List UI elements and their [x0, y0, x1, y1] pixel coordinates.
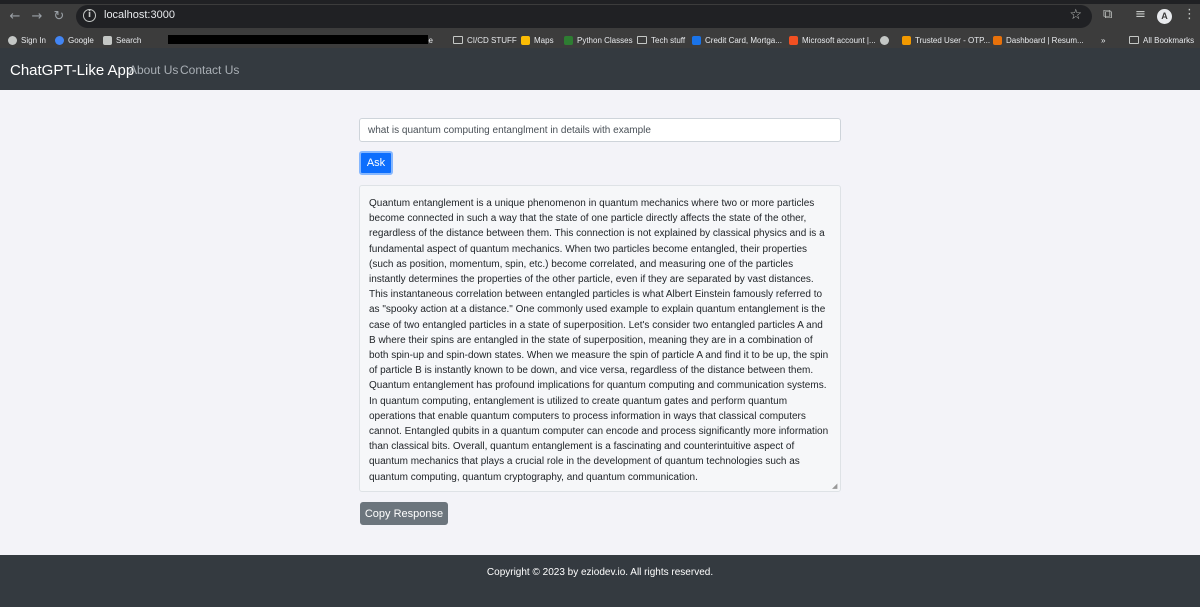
- nav-link-contact-us[interactable]: Contact Us: [180, 63, 239, 77]
- bookmark-item[interactable]: Maps: [521, 34, 554, 46]
- bookmark-item[interactable]: Sign In: [8, 34, 46, 46]
- bookmark-item[interactable]: Trusted User - OTP...: [902, 34, 990, 46]
- nav-link-about-us[interactable]: About Us: [129, 63, 178, 77]
- bookmark-label: Dashboard | Resum...: [1006, 35, 1084, 45]
- copy-response-button[interactable]: Copy Response: [360, 502, 448, 525]
- profile-avatar-icon[interactable]: A: [1157, 9, 1172, 24]
- favicon-icon: [789, 35, 798, 45]
- favicon-icon: [692, 35, 701, 45]
- favicon-icon: [564, 35, 573, 45]
- bookmark-item[interactable]: [880, 34, 893, 46]
- folder-icon: [1129, 36, 1139, 44]
- favicon-icon: [993, 35, 1002, 45]
- reload-icon[interactable]: ↻: [50, 8, 68, 26]
- bookmark-item[interactable]: Tech stuff: [637, 34, 685, 46]
- folder-icon: [453, 36, 463, 44]
- bookmark-item[interactable]: Dashboard | Resum...: [993, 34, 1084, 46]
- site-info-icon[interactable]: i: [83, 9, 96, 22]
- bookmark-label: Trusted User - OTP...: [915, 35, 991, 45]
- footer-copyright: Copyright © 2023 by eziodev.io. All righ…: [486, 567, 714, 578]
- bookmark-star-icon[interactable]: ☆: [1069, 7, 1082, 23]
- browser-toolbar: ← → ↻ i localhost:3000 ☆ ⧉ ≡ A ⋮: [0, 0, 1200, 32]
- bookmark-item[interactable]: Credit Card, Mortga...: [692, 34, 782, 46]
- favicon-icon: [521, 35, 530, 45]
- app-navbar: ChatGPT-Like App About Us Contact Us: [0, 48, 1200, 90]
- bookmark-item[interactable]: CI/CD STUFF: [453, 34, 517, 46]
- bookmark-item[interactable]: Microsoft account |...: [789, 34, 876, 46]
- bookmark-label: Tech stuff: [651, 35, 686, 45]
- bookmark-item[interactable]: All Bookmarks: [1129, 34, 1194, 46]
- bookmark-label: CI/CD STUFF: [467, 35, 517, 45]
- extensions-icon[interactable]: ⧉: [1103, 7, 1112, 22]
- app-brand[interactable]: ChatGPT-Like App: [10, 62, 134, 79]
- globe-icon: [880, 35, 889, 45]
- ask-button[interactable]: Ask: [359, 151, 393, 175]
- question-input[interactable]: [359, 118, 841, 142]
- bookmark-label: Python Classes: [577, 35, 633, 45]
- tab-strip: [0, 0, 1200, 4]
- folder-icon: [637, 36, 647, 44]
- bookmark-item[interactable]: Google: [55, 34, 94, 46]
- bookmark-label: Microsoft account |...: [802, 35, 876, 45]
- bookmark-item[interactable]: Search: [103, 34, 141, 46]
- address-url[interactable]: localhost:3000: [104, 9, 175, 21]
- globe-icon: [55, 35, 64, 45]
- address-bar[interactable]: i localhost:3000 ☆: [76, 5, 1092, 28]
- response-textarea[interactable]: Quantum entanglement is a unique phenome…: [359, 185, 841, 492]
- bookmark-item[interactable]: »: [1101, 34, 1105, 46]
- bookmark-label: Maps: [534, 35, 554, 45]
- bookmark-label: Credit Card, Mortga...: [705, 35, 782, 45]
- browser-menu-icon[interactable]: ⋮: [1183, 7, 1196, 22]
- bookmark-item[interactable]: Python Classes: [564, 34, 633, 46]
- forward-arrow-icon[interactable]: →: [28, 8, 46, 26]
- favicon-icon: [902, 35, 911, 45]
- bookmark-label: »: [1101, 35, 1106, 45]
- resize-grip-icon[interactable]: ◢: [832, 483, 839, 490]
- favicon-icon: [103, 35, 112, 45]
- bookmark-label: All Bookmarks: [1143, 35, 1195, 45]
- media-controls-icon[interactable]: ≡: [1135, 7, 1146, 22]
- bookmark-label: Sign In: [21, 35, 46, 45]
- back-arrow-icon[interactable]: ←: [6, 8, 24, 26]
- footer: Copyright © 2023 by eziodev.io. All righ…: [0, 555, 1200, 607]
- bookmark-label: Google: [68, 35, 94, 45]
- globe-icon: [8, 35, 17, 45]
- redacted-bookmarks: [168, 35, 428, 44]
- bookmark-label: Search: [116, 35, 142, 45]
